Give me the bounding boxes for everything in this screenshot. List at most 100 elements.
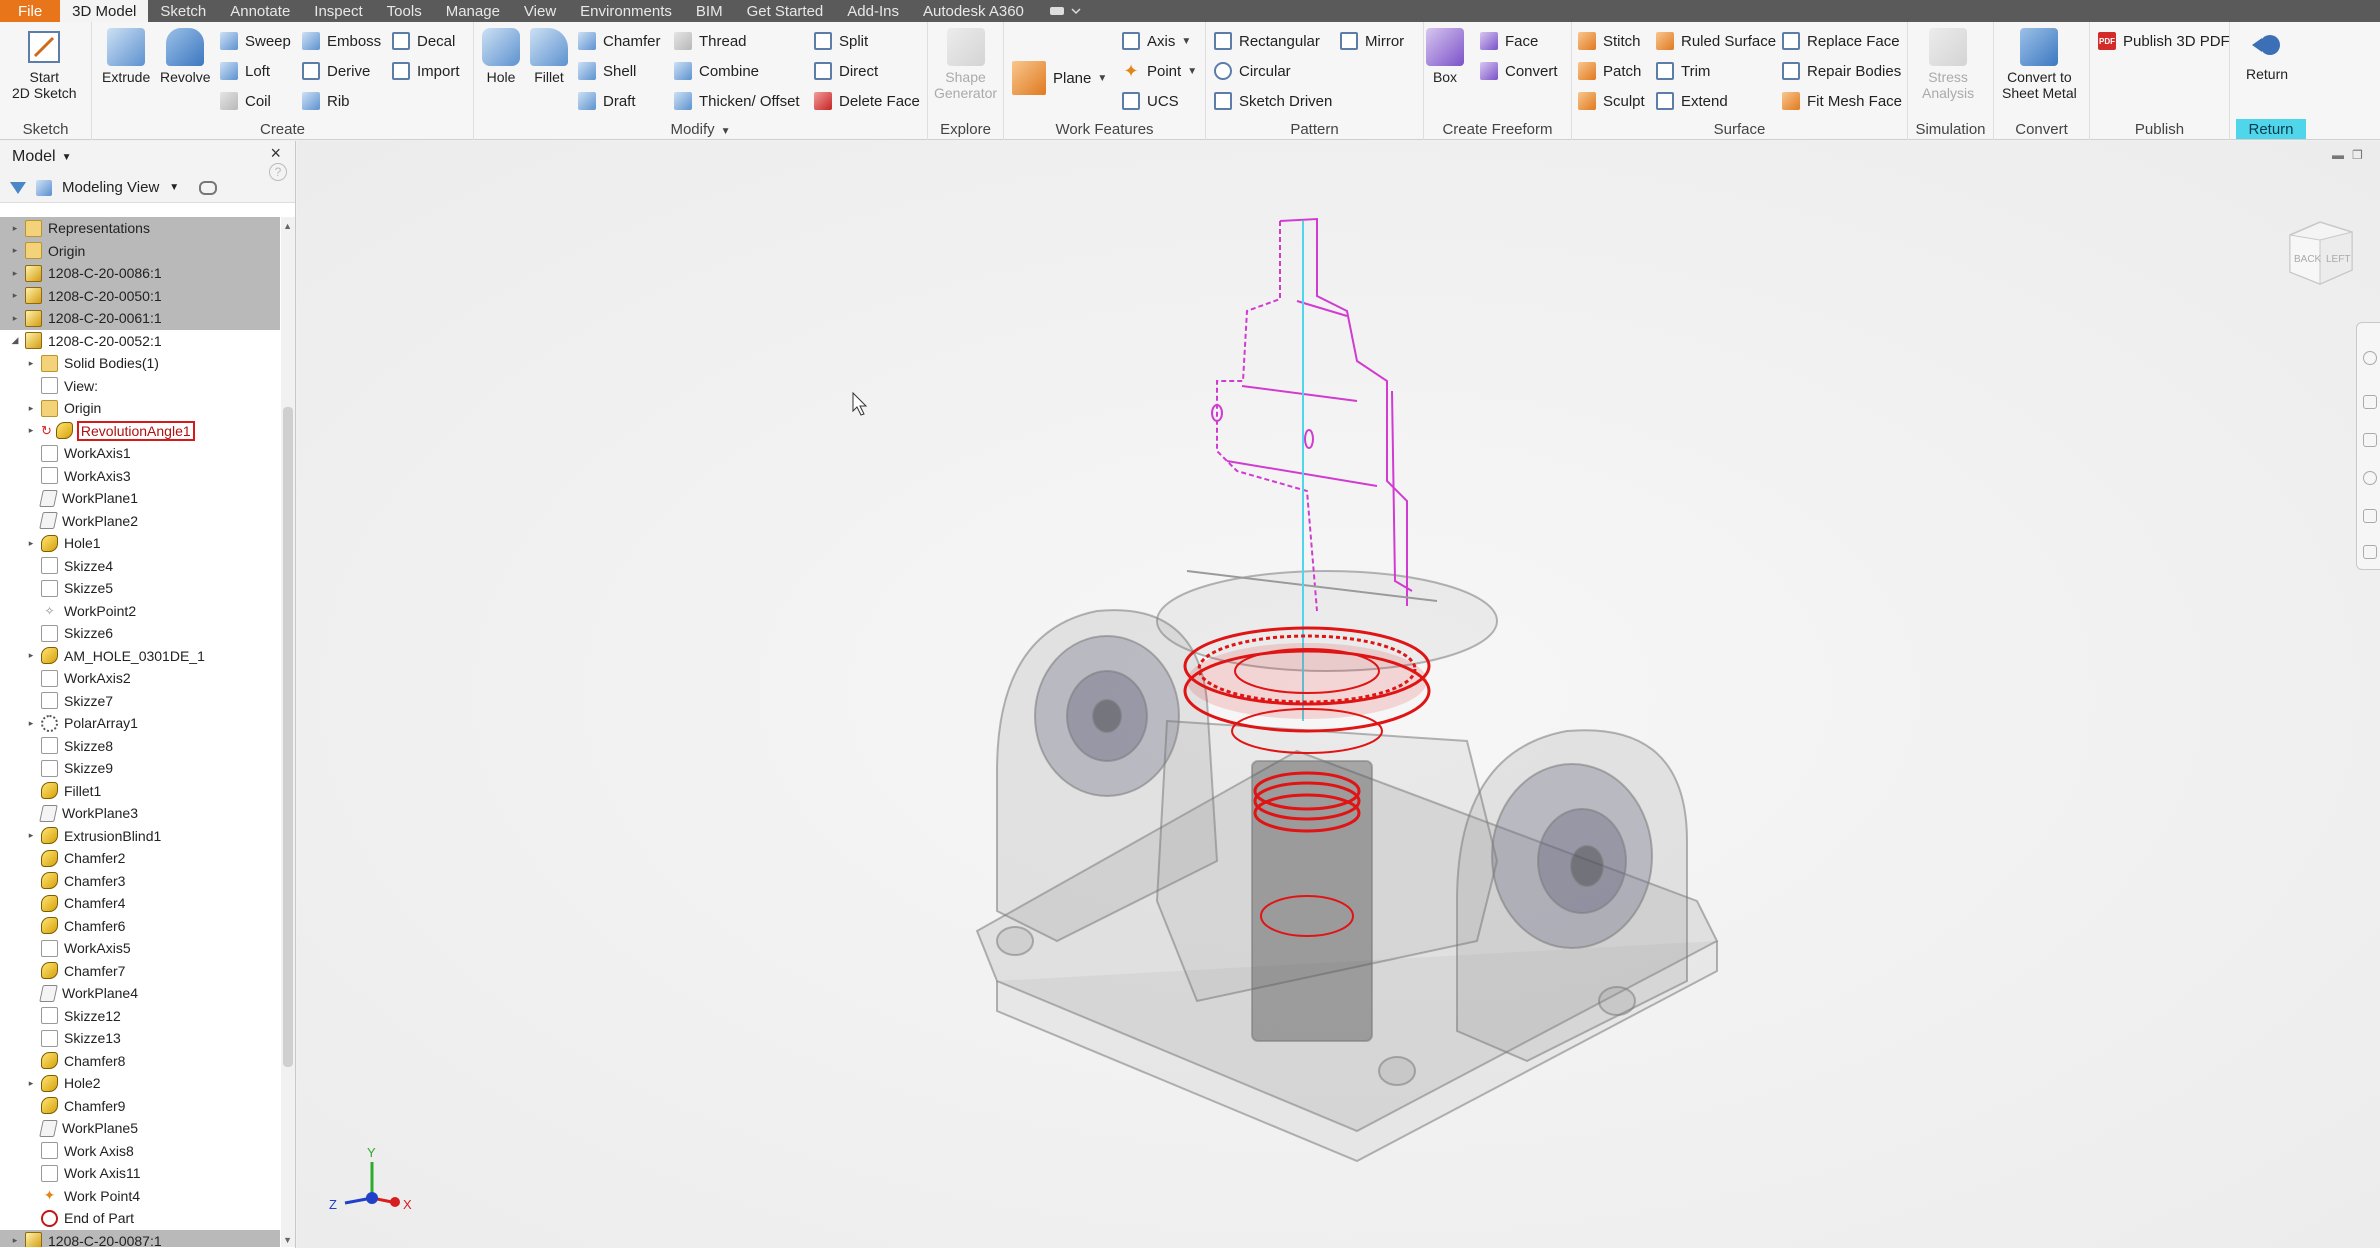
- delete-face-button[interactable]: Delete Face: [814, 88, 920, 114]
- tree-expand-icon[interactable]: [26, 493, 36, 503]
- import-button[interactable]: Import: [392, 58, 460, 84]
- tree-row[interactable]: WorkPlane2: [0, 510, 280, 533]
- tree-expand-icon[interactable]: [26, 516, 36, 526]
- steering-wheel-icon[interactable]: [2363, 351, 2377, 365]
- tab-autodesk-a360[interactable]: Autodesk A360: [911, 0, 1036, 22]
- hole-button[interactable]: Hole: [482, 28, 520, 85]
- chevron-down-icon[interactable]: ▼: [62, 152, 72, 163]
- point-button[interactable]: ✦ Point ▼: [1122, 58, 1197, 84]
- tab-manage[interactable]: Manage: [434, 0, 512, 22]
- tree-row[interactable]: ▸ AM_HOLE_0301DE_1: [0, 645, 280, 668]
- tree-expand-icon[interactable]: [26, 786, 36, 796]
- tree-row[interactable]: ▸ ↻ RevolutionAngle1: [0, 420, 280, 443]
- tree-row[interactable]: Skizze8: [0, 735, 280, 758]
- tree-expand-icon[interactable]: [26, 988, 36, 998]
- tree-row[interactable]: ▸ Hole1: [0, 532, 280, 555]
- tree-row[interactable]: ▸ 1208-C-20-0050:1: [0, 284, 280, 307]
- tab-file[interactable]: File: [0, 0, 61, 22]
- sculpt-button[interactable]: Sculpt: [1578, 88, 1645, 114]
- thread-button[interactable]: Thread: [674, 28, 747, 54]
- tab-3d-model[interactable]: 3D Model: [60, 0, 149, 22]
- derive-button[interactable]: Derive: [302, 58, 370, 84]
- chevron-down-icon[interactable]: ▼: [169, 182, 179, 193]
- extend-button[interactable]: Extend: [1656, 88, 1728, 114]
- convert-freeform-button[interactable]: Convert: [1480, 58, 1558, 84]
- plane-button[interactable]: Plane ▼: [1012, 56, 1107, 100]
- tab-add-ins[interactable]: Add-Ins: [835, 0, 911, 22]
- loft-button[interactable]: Loft: [220, 58, 270, 84]
- axis-button[interactable]: Axis ▼: [1122, 28, 1191, 54]
- view-face-icon[interactable]: [2363, 545, 2377, 559]
- tree-expand-icon[interactable]: ▸: [26, 718, 36, 728]
- tree-expand-icon[interactable]: ▸: [26, 650, 36, 661]
- tree-row[interactable]: Skizze4: [0, 555, 280, 578]
- viewcube[interactable]: BACK LEFT: [2280, 210, 2360, 290]
- tree-row[interactable]: Skizze5: [0, 577, 280, 600]
- tab-tools[interactable]: Tools: [375, 0, 434, 22]
- tree-row[interactable]: ◢ 1208-C-20-0052:1: [0, 330, 280, 353]
- look-at-icon[interactable]: [2363, 509, 2377, 523]
- tree-row[interactable]: ▸ Origin: [0, 239, 280, 262]
- direct-button[interactable]: Direct: [814, 58, 878, 84]
- browser-title[interactable]: Model: [12, 148, 56, 166]
- tree-row[interactable]: ▸ Representations: [0, 217, 280, 240]
- tree-scrollbar-thumb[interactable]: [283, 407, 293, 1067]
- tree-row[interactable]: ▸ Hole2: [0, 1072, 280, 1095]
- scroll-up-icon[interactable]: ▲: [283, 221, 292, 231]
- view-selector[interactable]: Modeling View: [62, 179, 159, 196]
- convert-to-sheet-metal-button[interactable]: Convert to Sheet Metal: [2002, 28, 2077, 101]
- repair-bodies-button[interactable]: Repair Bodies: [1782, 58, 1901, 84]
- tree-row[interactable]: WorkAxis3: [0, 465, 280, 488]
- tree-expand-icon[interactable]: [26, 966, 36, 976]
- tree-row[interactable]: Work Axis11: [0, 1162, 280, 1185]
- tree-expand-icon[interactable]: [26, 921, 36, 931]
- tab-annotate[interactable]: Annotate: [218, 0, 302, 22]
- tree-row[interactable]: WorkAxis2: [0, 667, 280, 690]
- zoom-icon[interactable]: [2363, 433, 2377, 447]
- tree-expand-icon[interactable]: [26, 808, 36, 818]
- tree-row[interactable]: Chamfer8: [0, 1050, 280, 1073]
- tree-row[interactable]: Chamfer6: [0, 915, 280, 938]
- orbit-icon[interactable]: [2363, 471, 2377, 485]
- tree-row[interactable]: ▸ Origin: [0, 397, 280, 420]
- tree-row[interactable]: Skizze12: [0, 1005, 280, 1028]
- model-view-canvas[interactable]: Y X Z: [297, 141, 2380, 1248]
- tree-row[interactable]: Skizze13: [0, 1027, 280, 1050]
- panel-label-modify[interactable]: Modify ▼: [474, 121, 927, 138]
- viewcube-left-label[interactable]: LEFT: [2326, 254, 2350, 265]
- fit-mesh-face-button[interactable]: Fit Mesh Face: [1782, 88, 1902, 114]
- pan-icon[interactable]: [2363, 395, 2377, 409]
- fillet-button[interactable]: Fillet: [530, 28, 568, 85]
- tree-expand-icon[interactable]: [26, 1191, 36, 1201]
- tree-expand-icon[interactable]: [26, 628, 36, 638]
- tree-expand-icon[interactable]: [26, 1033, 36, 1043]
- ribbon-display-toggle-icon[interactable]: [1036, 0, 1094, 22]
- revolve-button[interactable]: Revolve: [160, 28, 211, 85]
- tree-scrollbar[interactable]: ▲ ▼: [281, 217, 295, 1247]
- tree-row[interactable]: View:: [0, 375, 280, 398]
- tree-expand-icon[interactable]: ▸: [10, 290, 20, 301]
- tree-expand-icon[interactable]: [26, 1146, 36, 1156]
- tree-row[interactable]: Skizze7: [0, 690, 280, 713]
- extrude-button[interactable]: Extrude: [102, 28, 150, 85]
- return-button[interactable]: Return: [2246, 28, 2288, 82]
- tree-row[interactable]: Chamfer9: [0, 1095, 280, 1118]
- find-binoculars-icon[interactable]: [199, 180, 218, 195]
- tree-expand-icon[interactable]: [26, 898, 36, 908]
- chamfer-button[interactable]: Chamfer: [578, 28, 661, 54]
- graphics-viewport[interactable]: Y X Z: [297, 141, 2380, 1248]
- filter-icon[interactable]: [10, 181, 26, 194]
- tree-row[interactable]: WorkAxis1: [0, 442, 280, 465]
- combine-button[interactable]: Combine: [674, 58, 759, 84]
- trim-button[interactable]: Trim: [1656, 58, 1710, 84]
- tree-row[interactable]: Skizze6: [0, 622, 280, 645]
- tree-expand-icon[interactable]: ▸: [10, 223, 20, 233]
- tree-expand-icon[interactable]: ▸: [26, 425, 36, 436]
- tree-expand-icon[interactable]: [26, 1056, 36, 1066]
- tree-expand-icon[interactable]: [26, 1168, 36, 1178]
- coil-button[interactable]: Coil: [220, 88, 271, 114]
- tree-row[interactable]: ▸ 1208-C-20-0086:1: [0, 262, 280, 285]
- tree-expand-icon[interactable]: [26, 471, 36, 481]
- minimize-icon[interactable]: ▬: [2332, 148, 2344, 162]
- stitch-button[interactable]: Stitch: [1578, 28, 1641, 54]
